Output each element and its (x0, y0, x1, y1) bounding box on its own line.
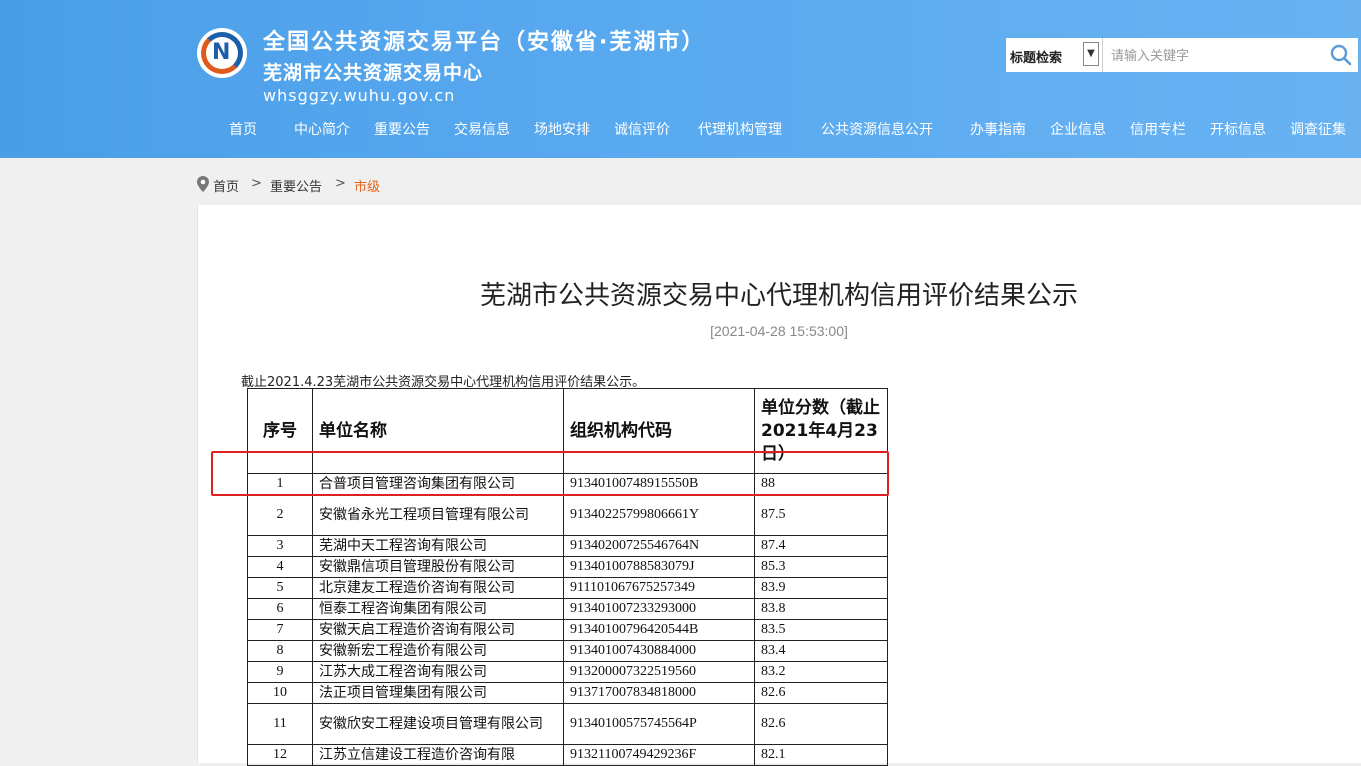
breadcrumb-separator: > (251, 176, 262, 191)
cell-company-name: 安徽欣安工程建设项目管理有限公司 (312, 703, 564, 745)
cell-index: 8 (247, 640, 313, 662)
table-row: 4 安徽鼎信项目管理股份有限公司 91340100788583079J 85.3 (247, 556, 888, 578)
cell-company-name: 江苏大成工程咨询有限公司 (312, 661, 564, 683)
search-input[interactable] (1111, 44, 1321, 66)
cell-score: 82.6 (754, 682, 888, 704)
breadcrumb-announcements[interactable]: 重要公告 (270, 176, 322, 195)
breadcrumb-separator: > (335, 176, 346, 191)
cell-org-code: 913200007322519560 (563, 661, 755, 683)
cell-index: 6 (247, 598, 313, 620)
table-row: 8 安徽新宏工程造价有限公司 913401007430884000 83.4 (247, 640, 888, 662)
cell-company-name: 安徽天启工程造价咨询有限公司 (312, 619, 564, 641)
article-title: 芜湖市公共资源交易中心代理机构信用评价结果公示 (479, 281, 1078, 311)
cell-score: 83.5 (754, 619, 888, 641)
nav-item-venue[interactable]: 场地安排 (534, 120, 590, 140)
cell-company-name: 北京建友工程造价咨询有限公司 (312, 577, 564, 599)
cell-score: 82.1 (754, 744, 888, 766)
cell-company-name: 安徽省永光工程项目管理有限公司 (312, 494, 564, 536)
search-icon[interactable] (1330, 44, 1352, 66)
cell-org-code: 91340225799806661Y (563, 494, 755, 536)
logo-letter: N (212, 40, 231, 65)
table-row: 9 江苏大成工程咨询有限公司 913200007322519560 83.2 (247, 661, 888, 683)
breadcrumb-current: 市级 (354, 180, 381, 195)
nav-item-credit-column[interactable]: 信用专栏 (1130, 120, 1186, 140)
nav-item-bid-opening[interactable]: 开标信息 (1210, 120, 1266, 140)
cell-score: 83.8 (754, 598, 888, 620)
nav-item-home[interactable]: 首页 (229, 120, 257, 140)
table-row: 5 北京建友工程造价咨询有限公司 911101067675257349 83.9 (247, 577, 888, 599)
table-row: 12 江苏立信建设工程造价咨询有限 91321100749429236F 82.… (247, 744, 888, 766)
cell-index: 12 (247, 744, 313, 766)
wuhu-ggzy-logo-icon[interactable]: N (197, 28, 247, 78)
table-row: 6 恒泰工程咨询集团有限公司 913401007233293000 83.8 (247, 598, 888, 620)
cell-org-code: 913401007233293000 (563, 598, 755, 620)
site-subtitle: 芜湖市公共资源交易中心 (263, 62, 484, 84)
cell-company-name: 恒泰工程咨询集团有限公司 (312, 598, 564, 620)
table-row: 2 安徽省永光工程项目管理有限公司 91340225799806661Y 87.… (247, 494, 888, 536)
site-header: N 全国公共资源交易平台（安徽省·芜湖市） 芜湖市公共资源交易中心 whsggz… (0, 0, 1361, 158)
cell-org-code: 913717007834818000 (563, 682, 755, 704)
nav-item-trade-info[interactable]: 交易信息 (454, 120, 510, 140)
cell-org-code: 91340100788583079J (563, 556, 755, 578)
site-title: 全国公共资源交易平台（安徽省·芜湖市） (263, 30, 706, 55)
search-type-select[interactable]: 标题检索 ▼ (1006, 38, 1103, 72)
table-row: 7 安徽天启工程造价咨询有限公司 91340100796420544B 83.5 (247, 619, 888, 641)
chevron-down-icon[interactable]: ▼ (1083, 42, 1099, 66)
cell-score: 83.4 (754, 640, 888, 662)
article-date: [2021-04-28 15:53:00] (710, 323, 848, 339)
cell-org-code: 91340100575745564P (563, 703, 755, 745)
cell-org-code: 91321100749429236F (563, 744, 755, 766)
nav-item-guide[interactable]: 办事指南 (970, 120, 1026, 140)
cell-company-name: 江苏立信建设工程造价咨询有限 (312, 744, 564, 766)
cell-index: 4 (247, 556, 313, 578)
cell-index: 3 (247, 535, 313, 557)
table-row: 10 法正项目管理集团有限公司 913717007834818000 82.6 (247, 682, 888, 704)
nav-item-public-info[interactable]: 公共资源信息公开 (821, 120, 933, 140)
cell-index: 10 (247, 682, 313, 704)
cell-score: 83.2 (754, 661, 888, 683)
nav-item-enterprise[interactable]: 企业信息 (1050, 120, 1106, 140)
nav-item-center-intro[interactable]: 中心简介 (294, 120, 350, 140)
search-type-label: 标题检索 (1010, 51, 1063, 66)
table-row: 3 芜湖中天工程咨询有限公司 91340200725546764N 87.4 (247, 535, 888, 557)
cell-company-name: 芜湖中天工程咨询有限公司 (312, 535, 564, 557)
credit-results-table: 序号 单位名称 组织机构代码 单位分数（截止2021年4月23日） 1 合普项目… (247, 388, 888, 766)
cell-org-code: 913401007430884000 (563, 640, 755, 662)
nav-item-agency-mgmt[interactable]: 代理机构管理 (698, 120, 782, 140)
main-nav: 首页 中心简介 重要公告 交易信息 场地安排 诚信评价 代理机构管理 公共资源信… (0, 120, 1361, 144)
table-row: 11 安徽欣安工程建设项目管理有限公司 91340100575745564P 8… (247, 703, 888, 745)
cell-index: 9 (247, 661, 313, 683)
cell-index: 11 (247, 703, 313, 745)
highlight-box (211, 451, 889, 496)
cell-score: 83.9 (754, 577, 888, 599)
cell-score: 87.4 (754, 535, 888, 557)
cell-index: 2 (247, 494, 313, 536)
cell-index: 7 (247, 619, 313, 641)
site-domain: whsggzy.wuhu.gov.cn (263, 86, 456, 105)
cell-score: 85.3 (754, 556, 888, 578)
cell-org-code: 91340100796420544B (563, 619, 755, 641)
nav-item-credit[interactable]: 诚信评价 (614, 120, 670, 140)
nav-item-announcements[interactable]: 重要公告 (374, 120, 430, 140)
cell-org-code: 911101067675257349 (563, 577, 755, 599)
cell-company-name: 安徽鼎信项目管理股份有限公司 (312, 556, 564, 578)
cell-score: 82.6 (754, 703, 888, 745)
cell-score: 87.5 (754, 494, 888, 536)
cell-org-code: 91340200725546764N (563, 535, 755, 557)
cell-index: 5 (247, 577, 313, 599)
cell-company-name: 法正项目管理集团有限公司 (312, 682, 564, 704)
search-bar: 标题检索 ▼ (1006, 38, 1358, 72)
nav-item-survey[interactable]: 调查征集 (1290, 120, 1346, 140)
cell-company-name: 安徽新宏工程造价有限公司 (312, 640, 564, 662)
location-pin-icon (197, 176, 209, 192)
breadcrumb-home[interactable]: 首页 (213, 176, 239, 195)
